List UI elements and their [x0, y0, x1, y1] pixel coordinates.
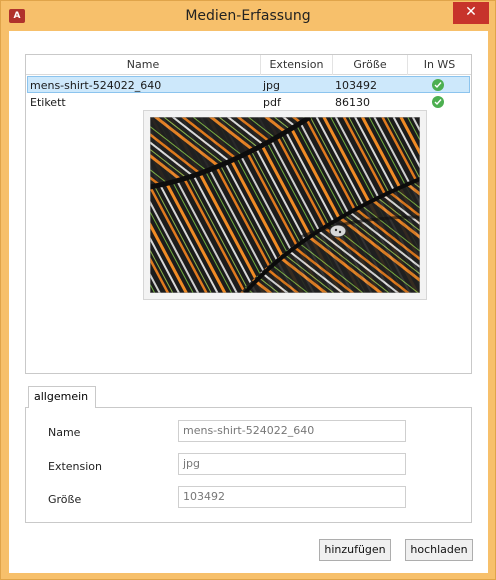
row-extension: pdf [263, 96, 281, 109]
table-row[interactable]: Etikett pdf 86130 [27, 94, 470, 111]
check-icon [432, 96, 444, 108]
extension-field[interactable]: jpg [178, 453, 406, 475]
check-icon [432, 79, 444, 91]
list-header: Name Extension Größe In WS [26, 55, 471, 75]
row-name: mens-shirt-524022_640 [30, 79, 162, 92]
striped-shirt-image [150, 117, 420, 293]
row-name: Etikett [30, 96, 66, 109]
image-preview [143, 110, 427, 300]
row-size: 86130 [335, 96, 370, 109]
name-label: Name [48, 426, 81, 439]
table-row[interactable]: mens-shirt-524022_640 jpg 103492 [27, 76, 470, 93]
add-button[interactable]: hinzufügen [319, 539, 391, 561]
tab-panel-general: Name mens-shirt-524022_640 Extension jpg… [25, 407, 472, 523]
title-bar[interactable]: A Medien-Erfassung ✕ [1, 1, 495, 31]
column-header-extension[interactable]: Extension [261, 55, 333, 75]
tab-allgemein[interactable]: allgemein [28, 386, 96, 408]
row-size: 103492 [335, 79, 377, 92]
upload-button[interactable]: hochladen [405, 539, 473, 561]
size-field[interactable]: 103492 [178, 486, 406, 508]
dialog-window: A Medien-Erfassung ✕ Name Extension Größ… [0, 0, 496, 580]
row-extension: jpg [263, 79, 281, 92]
column-header-in-ws[interactable]: In WS [408, 55, 471, 75]
window-title: Medien-Erfassung [185, 8, 311, 24]
extension-label: Extension [48, 460, 103, 473]
column-header-name[interactable]: Name [26, 55, 261, 75]
column-header-size[interactable]: Größe [333, 55, 408, 75]
size-label: Größe [48, 493, 82, 506]
name-field[interactable]: mens-shirt-524022_640 [178, 420, 406, 442]
close-button[interactable]: ✕ [453, 2, 489, 24]
